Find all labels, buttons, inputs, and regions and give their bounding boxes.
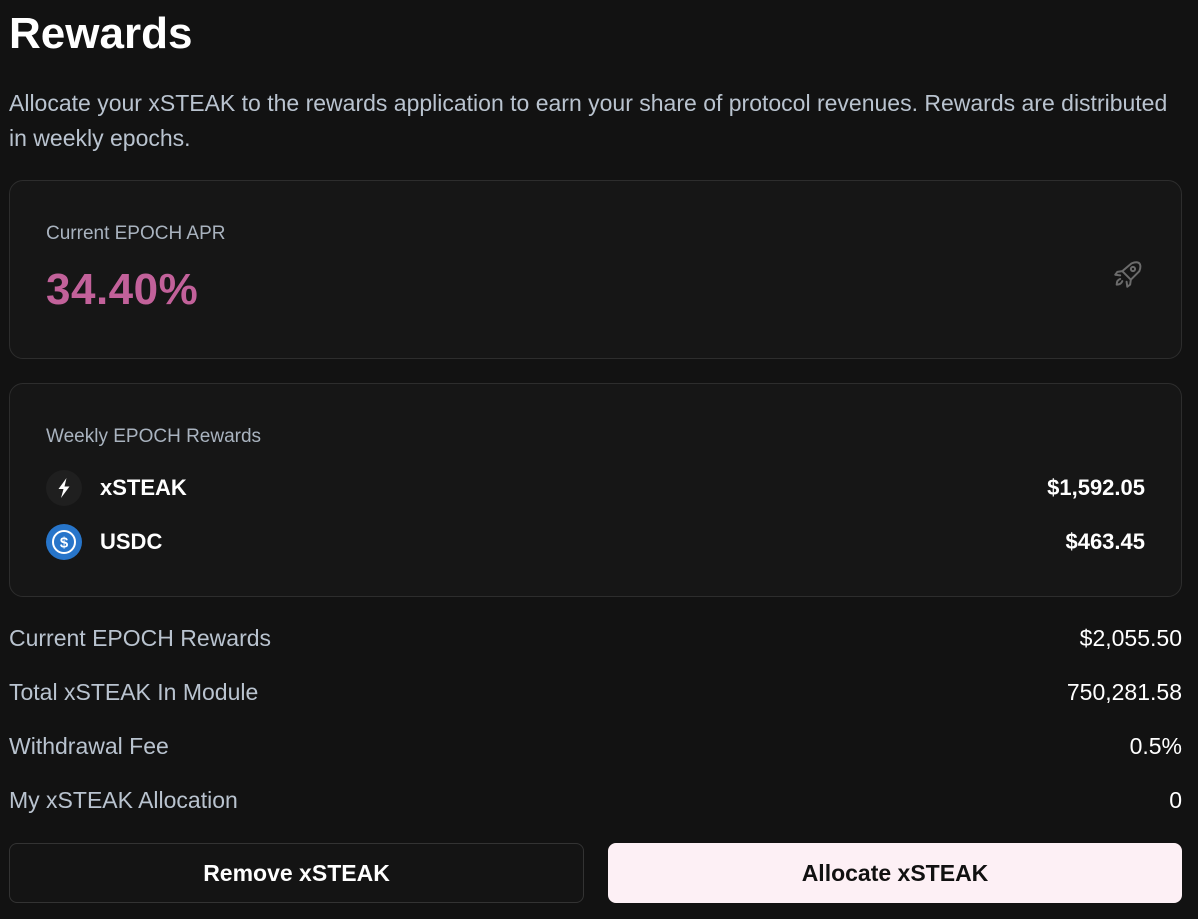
- apr-label: Current EPOCH APR: [46, 223, 226, 244]
- stat-value: 0: [1169, 786, 1182, 813]
- usdc-token-icon: $: [46, 524, 82, 560]
- weekly-rewards-label: Weekly EPOCH Rewards: [46, 426, 262, 447]
- stat-label: Current EPOCH Rewards: [9, 624, 272, 651]
- xsteak-token-icon: [46, 470, 82, 506]
- token-reward-value: $1,592.05: [1047, 475, 1145, 500]
- remove-xsteak-button[interactable]: Remove xSTEAK: [9, 843, 584, 903]
- stat-label: Total xSTEAK In Module: [9, 678, 259, 705]
- rocket-icon: [1114, 261, 1142, 288]
- stat-row-total-xsteak-in-module: Total xSTEAK In Module 750,281.58: [9, 675, 1182, 709]
- apr-value: 34.40%: [46, 265, 199, 314]
- reward-token-row-usdc: $ USDC $463.45: [46, 524, 1145, 560]
- reward-token-row-xsteak: xSTEAK $1,592.05: [46, 470, 1145, 506]
- stat-label: Withdrawal Fee: [9, 732, 169, 759]
- weekly-epoch-rewards-card: Weekly EPOCH Rewards xSTEAK $1,592.05 $ …: [9, 383, 1182, 597]
- token-name: USDC: [100, 529, 163, 554]
- token-name: xSTEAK: [100, 475, 187, 500]
- token-reward-value: $463.45: [1065, 529, 1145, 554]
- rewards-panel: Rewards Allocate your xSTEAK to the rewa…: [0, 0, 1198, 919]
- svg-text:$: $: [60, 535, 69, 552]
- stat-row-my-xsteak-allocation: My xSTEAK Allocation 0: [9, 783, 1182, 817]
- stat-label: My xSTEAK Allocation: [9, 786, 238, 813]
- page-description: Allocate your xSTEAK to the rewards appl…: [9, 90, 1168, 151]
- page-title: Rewards: [9, 9, 193, 58]
- stat-value: $2,055.50: [1079, 624, 1182, 651]
- allocate-xsteak-button[interactable]: Allocate xSTEAK: [608, 843, 1182, 903]
- stat-value: 750,281.58: [1066, 678, 1182, 705]
- current-epoch-apr-card: Current EPOCH APR 34.40%: [9, 180, 1182, 359]
- stat-row-withdrawal-fee: Withdrawal Fee 0.5%: [9, 729, 1182, 763]
- stat-value: 0.5%: [1129, 732, 1182, 759]
- stat-row-current-epoch-rewards: Current EPOCH Rewards $2,055.50: [9, 621, 1182, 655]
